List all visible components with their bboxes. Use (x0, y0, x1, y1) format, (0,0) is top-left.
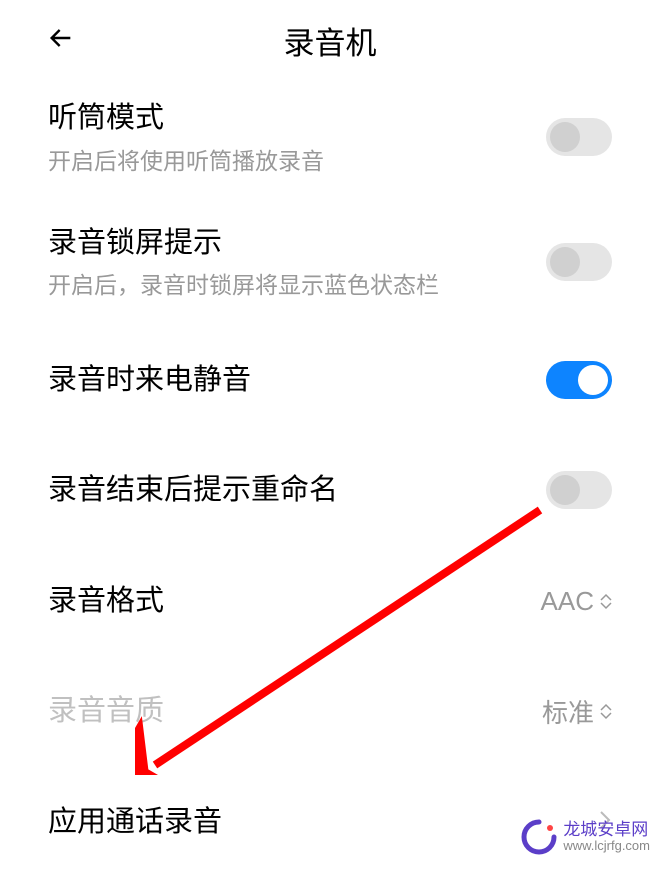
setting-rename-prompt[interactable]: 录音结束后提示重命名 (48, 430, 612, 541)
quality-value: 标准 (542, 693, 594, 730)
setting-title: 录音音质 (48, 691, 542, 732)
settings-list: 听筒模式 开启后将使用听筒播放录音 录音锁屏提示 开启后，录音时锁屏将显示蓝色状… (0, 70, 660, 873)
toggle-earpiece-mode[interactable] (546, 118, 612, 156)
setting-desc: 开启后，录音时锁屏将显示蓝色状态栏 (48, 269, 546, 301)
setting-title: 听筒模式 (48, 98, 546, 139)
format-selector[interactable]: AAC (541, 586, 612, 617)
setting-title: 录音时来电静音 (48, 360, 546, 401)
watermark: 龙城安卓网 www.lcjrfg.com (521, 819, 650, 855)
format-value: AAC (541, 586, 594, 617)
setting-title: 录音格式 (48, 581, 541, 622)
setting-title: 录音锁屏提示 (48, 223, 546, 264)
watermark-url: www.lcjrfg.com (563, 839, 650, 853)
setting-lock-screen-hint[interactable]: 录音锁屏提示 开启后，录音时锁屏将显示蓝色状态栏 (48, 195, 612, 320)
toggle-lock-screen-hint[interactable] (546, 243, 612, 281)
setting-app-call-recording[interactable]: 应用通话录音 (48, 762, 612, 873)
setting-quality: 录音音质 标准 (48, 651, 612, 762)
setting-earpiece-mode[interactable]: 听筒模式 开启后将使用听筒播放录音 (48, 70, 612, 195)
setting-title: 录音结束后提示重命名 (48, 470, 546, 511)
setting-desc: 开启后将使用听筒播放录音 (48, 145, 546, 177)
watermark-name: 龙城安卓网 (563, 821, 650, 840)
toggle-mute-on-call[interactable] (546, 361, 612, 399)
setting-mute-on-call[interactable]: 录音时来电静音 (48, 320, 612, 431)
back-icon[interactable] (45, 22, 77, 59)
page-title: 录音机 (20, 18, 640, 63)
up-down-icon (600, 703, 612, 720)
header: 录音机 (0, 0, 660, 70)
quality-selector: 标准 (542, 693, 612, 730)
watermark-logo-icon (521, 819, 557, 855)
toggle-rename-prompt[interactable] (546, 471, 612, 509)
up-down-icon (600, 593, 612, 610)
setting-format[interactable]: 录音格式 AAC (48, 541, 612, 652)
setting-title: 应用通话录音 (48, 802, 598, 843)
